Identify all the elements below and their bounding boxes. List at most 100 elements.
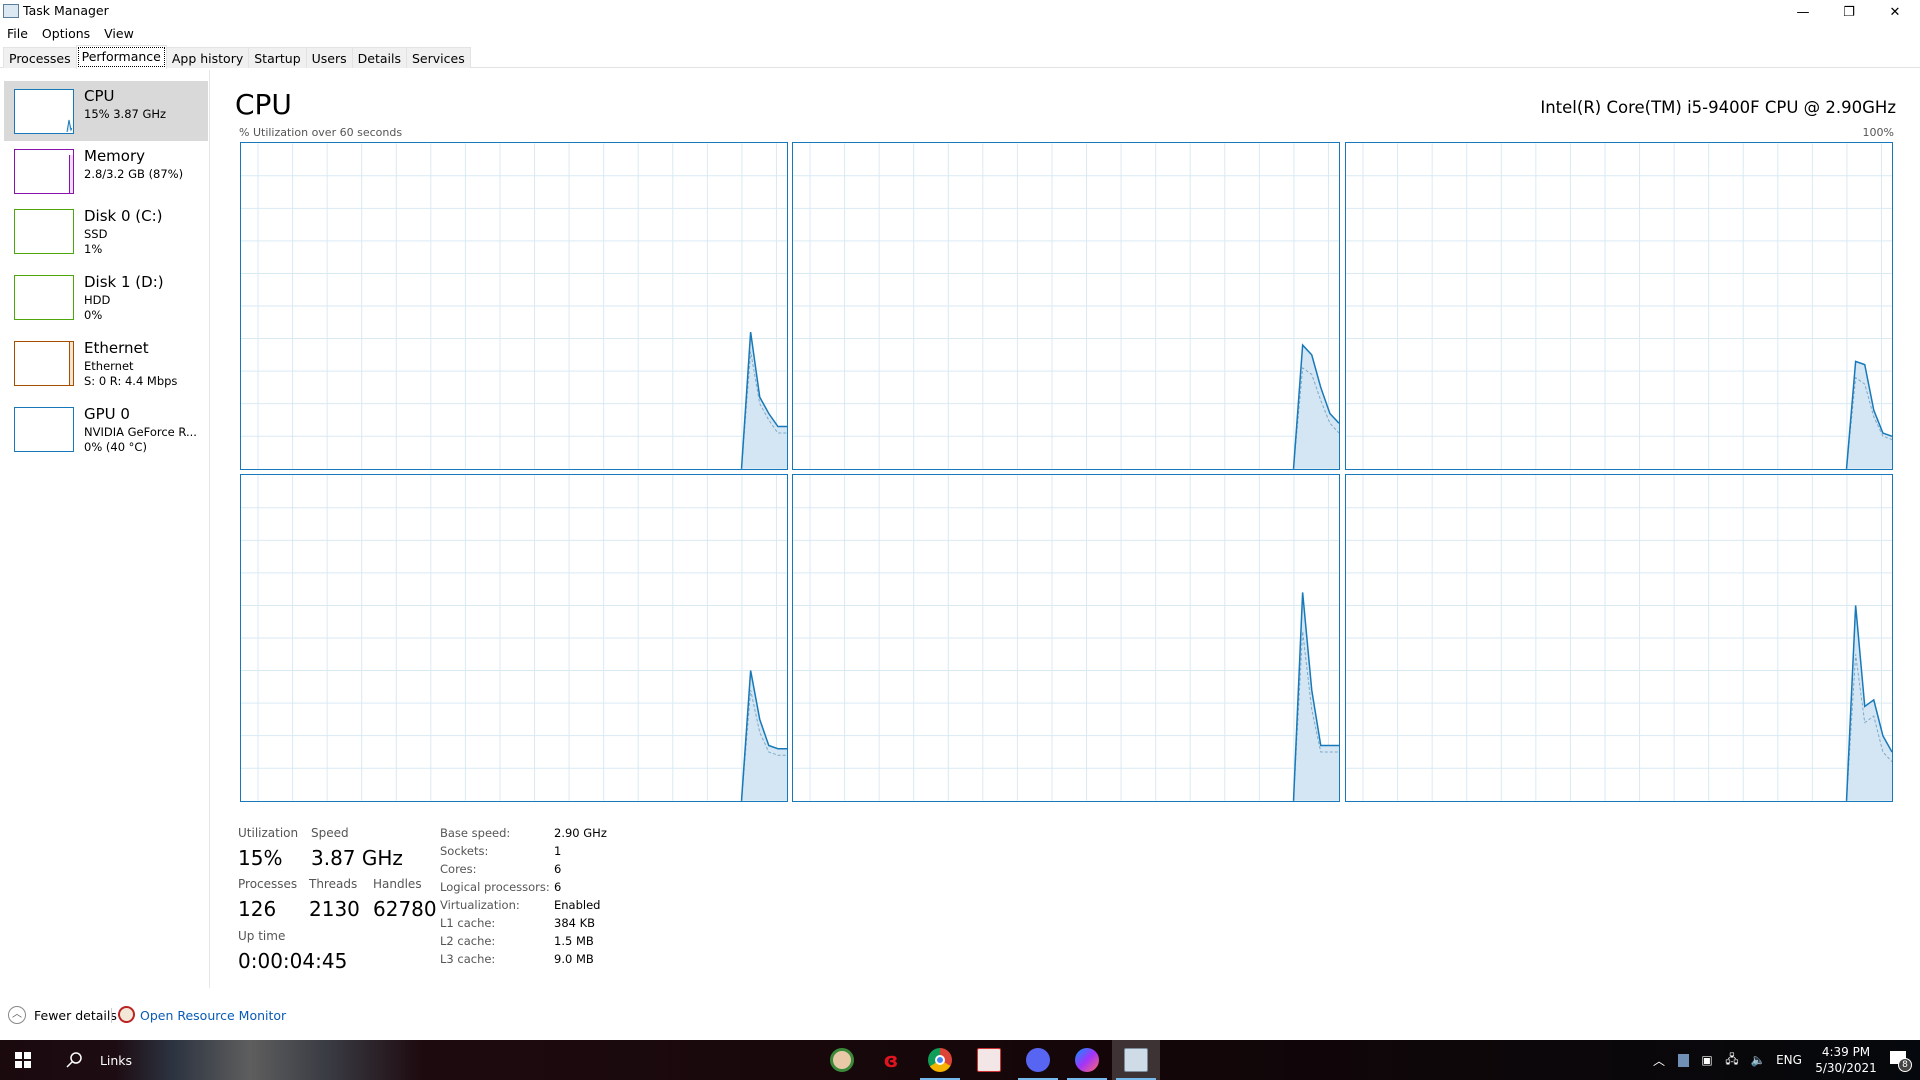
sidebar-item-name: Disk 0 (C:) xyxy=(84,207,163,225)
action-center-button[interactable]: 8 xyxy=(1880,1040,1920,1080)
taskbar-app-messenger[interactable] xyxy=(1063,1040,1111,1080)
resource-sidebar: CPU 15% 3.87 GHz Memory 2.8/3.2 GB (87%)… xyxy=(0,70,210,988)
tab-processes[interactable]: Processes xyxy=(3,47,77,68)
sidebar-item-name: Memory xyxy=(84,147,146,165)
minimize-icon: — xyxy=(1796,4,1810,20)
sidebar-item-memory[interactable]: Memory 2.8/3.2 GB (87%) xyxy=(4,141,208,201)
task-manager-icon xyxy=(3,4,19,18)
spec-value: 384 KB xyxy=(554,916,596,930)
spec-label: Sockets: xyxy=(440,844,489,858)
speed-value: 3.87 GHz xyxy=(311,846,403,870)
language-indicator[interactable]: ENG xyxy=(1772,1040,1806,1080)
cpu-graph-lp4 xyxy=(792,474,1340,802)
graph-axis-max: 100% xyxy=(1862,126,1894,139)
menu-file[interactable]: File xyxy=(0,24,35,44)
cpu-graph-lp0 xyxy=(240,142,788,470)
tab-services[interactable]: Services xyxy=(406,47,471,68)
search-links-label[interactable]: Links xyxy=(96,1040,136,1080)
sidebar-item-disk-0[interactable]: Disk 0 (C:) SSD 1% xyxy=(4,201,208,261)
spec-value: 6 xyxy=(554,880,562,894)
handles-label: Handles xyxy=(373,877,422,891)
clock-date: 5/30/2021 xyxy=(1815,1061,1877,1075)
sidebar-item-disk-1[interactable]: Disk 1 (D:) HDD 0% xyxy=(4,267,208,327)
taskbar-app-unikey[interactable] xyxy=(965,1040,1013,1080)
spec-value: 9.0 MB xyxy=(554,952,594,966)
taskbar-app-character[interactable] xyxy=(818,1040,866,1080)
network-icon[interactable]: 🖧 xyxy=(1720,1040,1744,1080)
spec-value: Enabled xyxy=(554,898,601,912)
clock[interactable]: 4:39 PM 5/30/2021 xyxy=(1810,1040,1882,1080)
open-resource-monitor-link[interactable]: Open Resource Monitor xyxy=(140,1008,286,1023)
volume-icon[interactable]: 🔈 xyxy=(1746,1040,1770,1080)
task-manager-taskbar-icon xyxy=(1124,1048,1148,1072)
messenger-icon xyxy=(1075,1048,1099,1072)
chevron-up-icon[interactable]: ︿ xyxy=(8,1006,26,1024)
tray-app-glyph-icon xyxy=(1677,1053,1689,1067)
cpu-graph-lp2 xyxy=(1345,142,1893,470)
taskbar: Links ɞ ︿ ▣ 🖧 🔈 ENG 4:39 PM 5/30/2021 8 xyxy=(0,1040,1920,1080)
close-button[interactable]: ✕ xyxy=(1872,0,1918,24)
tab-startup[interactable]: Startup xyxy=(248,47,307,68)
gpu-thumbnail-graph xyxy=(14,407,74,452)
page-title: CPU xyxy=(235,88,292,121)
threads-label: Threads xyxy=(309,877,358,891)
utilization-label: Utilization xyxy=(238,826,299,840)
sidebar-item-detail: S: 0 R: 4.4 Mbps xyxy=(84,374,178,388)
tab-app-history[interactable]: App history xyxy=(165,47,250,68)
menu-view[interactable]: View xyxy=(97,24,141,44)
tab-details[interactable]: Details xyxy=(351,47,407,68)
sidebar-item-detail: 2.8/3.2 GB (87%) xyxy=(84,167,184,181)
uptime-value: 0:00:04:45 xyxy=(238,949,348,973)
fewer-details-link[interactable]: Fewer details xyxy=(34,1008,117,1023)
speed-label: Speed xyxy=(311,826,349,840)
tab-bar: Processes Performance App history Startu… xyxy=(0,45,1920,69)
footer-divider xyxy=(111,1008,112,1023)
processes-value: 126 xyxy=(238,897,277,921)
taskbar-app-discord[interactable] xyxy=(1014,1040,1062,1080)
minimize-button[interactable]: — xyxy=(1780,0,1826,24)
sidebar-item-cpu[interactable]: CPU 15% 3.87 GHz xyxy=(4,81,208,141)
restore-button[interactable]: ❐ xyxy=(1826,0,1872,24)
spec-label: L1 cache: xyxy=(440,916,496,930)
sidebar-item-detail: 1% xyxy=(84,242,103,256)
utilization-area xyxy=(741,332,787,469)
taskbar-app-task-manager[interactable] xyxy=(1112,1040,1160,1080)
spec-value: 1.5 MB xyxy=(554,934,594,948)
menu-options[interactable]: Options xyxy=(35,24,97,44)
uptime-label: Up time xyxy=(238,929,286,943)
menu-bar: File Options View xyxy=(0,24,141,44)
sidebar-item-ethernet[interactable]: Ethernet Ethernet S: 0 R: 4.4 Mbps xyxy=(4,333,208,393)
clock-time: 4:39 PM xyxy=(1821,1045,1871,1059)
sidebar-item-name: GPU 0 xyxy=(84,405,130,423)
tab-performance[interactable]: Performance xyxy=(75,45,167,69)
spec-value: 6 xyxy=(554,862,562,876)
sidebar-item-detail: HDD xyxy=(84,293,111,307)
ethernet-thumbnail-graph xyxy=(14,341,74,386)
spec-label: L3 cache: xyxy=(440,952,496,966)
spec-label: Cores: xyxy=(440,862,477,876)
cpu-model-name: Intel(R) Core(TM) i5-9400F CPU @ 2.90GHz xyxy=(1540,98,1896,117)
start-button[interactable] xyxy=(0,1040,46,1080)
unikey-icon xyxy=(977,1048,1001,1072)
taskbar-app-chrome[interactable] xyxy=(916,1040,964,1080)
spec-value: 1 xyxy=(554,844,562,858)
utilization-area xyxy=(1293,592,1339,801)
utilization-area xyxy=(1293,345,1339,469)
tab-users[interactable]: Users xyxy=(305,47,353,68)
search-button[interactable] xyxy=(54,1040,94,1080)
search-icon xyxy=(66,1052,82,1068)
sidebar-item-detail: 0% xyxy=(84,308,103,322)
sidebar-item-name: Ethernet xyxy=(84,339,149,357)
disk1-thumbnail-graph xyxy=(14,275,74,320)
spec-value: 2.90 GHz xyxy=(554,826,607,840)
garena-icon: ɞ xyxy=(883,1048,899,1072)
utilization-area xyxy=(1846,361,1892,469)
camera-icon[interactable]: ▣ xyxy=(1696,1040,1718,1080)
tray-app-icon[interactable] xyxy=(1672,1040,1694,1080)
processes-label: Processes xyxy=(238,877,298,891)
utilization-value: 15% xyxy=(238,846,283,870)
spec-label: L2 cache: xyxy=(440,934,496,948)
taskbar-app-garena[interactable]: ɞ xyxy=(867,1040,915,1080)
show-hidden-icons-button[interactable]: ︿ xyxy=(1648,1040,1670,1080)
sidebar-item-gpu-0[interactable]: GPU 0 NVIDIA GeForce R... 0% (40 °C) xyxy=(4,399,208,459)
